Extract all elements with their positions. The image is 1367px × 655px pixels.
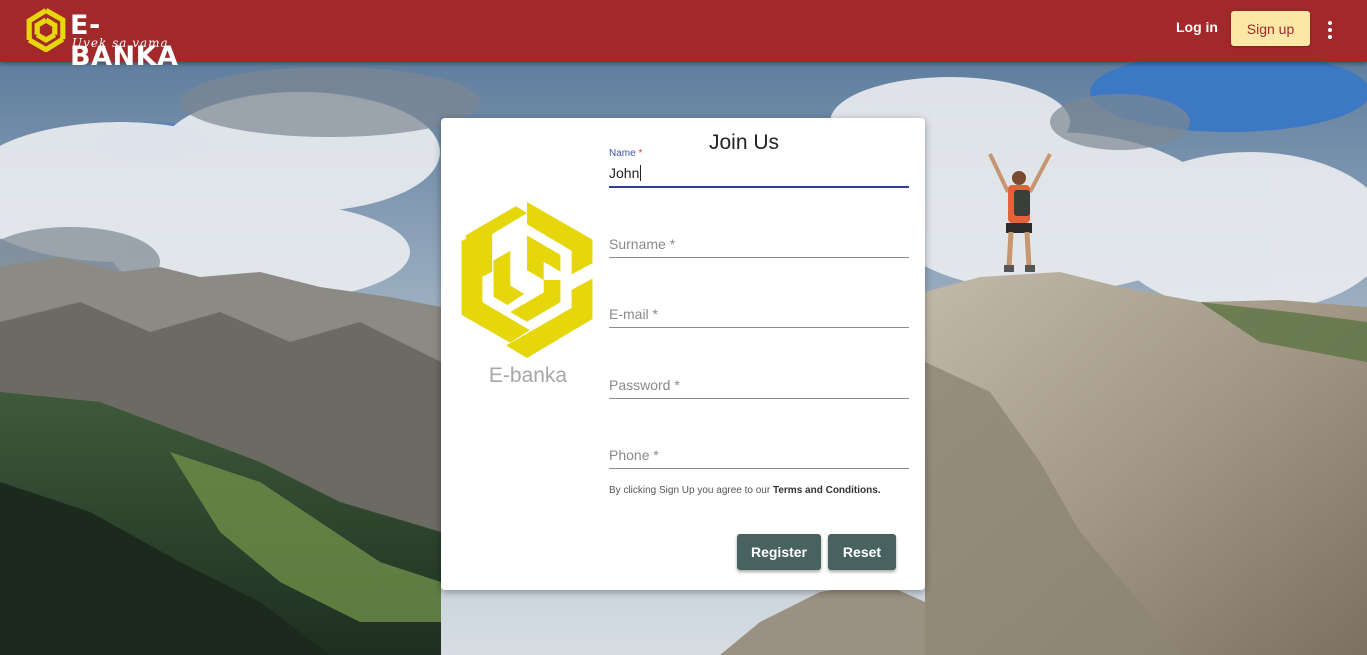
name-underline (609, 186, 909, 188)
registration-card: E-banka Join Us Name * Surname * E-mail … (441, 118, 925, 590)
password-underline (609, 398, 909, 399)
app-header: E-BANKA Uvek sa vama Log in Sign up (0, 0, 1367, 72)
text-cursor (640, 165, 641, 181)
terms-notice: By clicking Sign Up you agree to our Ter… (609, 485, 881, 496)
brand-tagline: Uvek sa vama (72, 36, 169, 50)
brand-logo[interactable]: E-BANKA Uvek sa vama (26, 7, 206, 72)
phone-label: Phone * (609, 447, 659, 463)
email-field[interactable]: E-mail * (609, 304, 909, 332)
card-logo-text: E-banka (488, 364, 568, 387)
ebanka-logo-icon (26, 8, 66, 52)
surname-field[interactable]: Surname * (609, 234, 909, 262)
password-field[interactable]: Password * (609, 375, 909, 403)
terms-link[interactable]: Terms and Conditions. (773, 485, 881, 496)
signup-button[interactable]: Sign up (1231, 11, 1310, 46)
surname-underline (609, 257, 909, 258)
name-input[interactable] (609, 165, 889, 181)
ebanka-logo-icon (461, 202, 593, 358)
reset-button[interactable]: Reset (828, 534, 896, 570)
name-label: Name * (609, 148, 643, 159)
password-label: Password * (609, 377, 680, 393)
email-label: E-mail * (609, 306, 659, 322)
login-link[interactable]: Log in (1176, 19, 1218, 35)
terms-text: By clicking Sign Up you agree to our (609, 485, 773, 496)
more-vert-icon[interactable] (1318, 18, 1342, 42)
register-button[interactable]: Register (737, 534, 821, 570)
phone-underline (609, 468, 909, 469)
email-underline (609, 327, 909, 328)
phone-field[interactable]: Phone * (609, 445, 909, 473)
name-field[interactable]: Name * (609, 146, 909, 190)
surname-label: Surname * (609, 236, 676, 252)
